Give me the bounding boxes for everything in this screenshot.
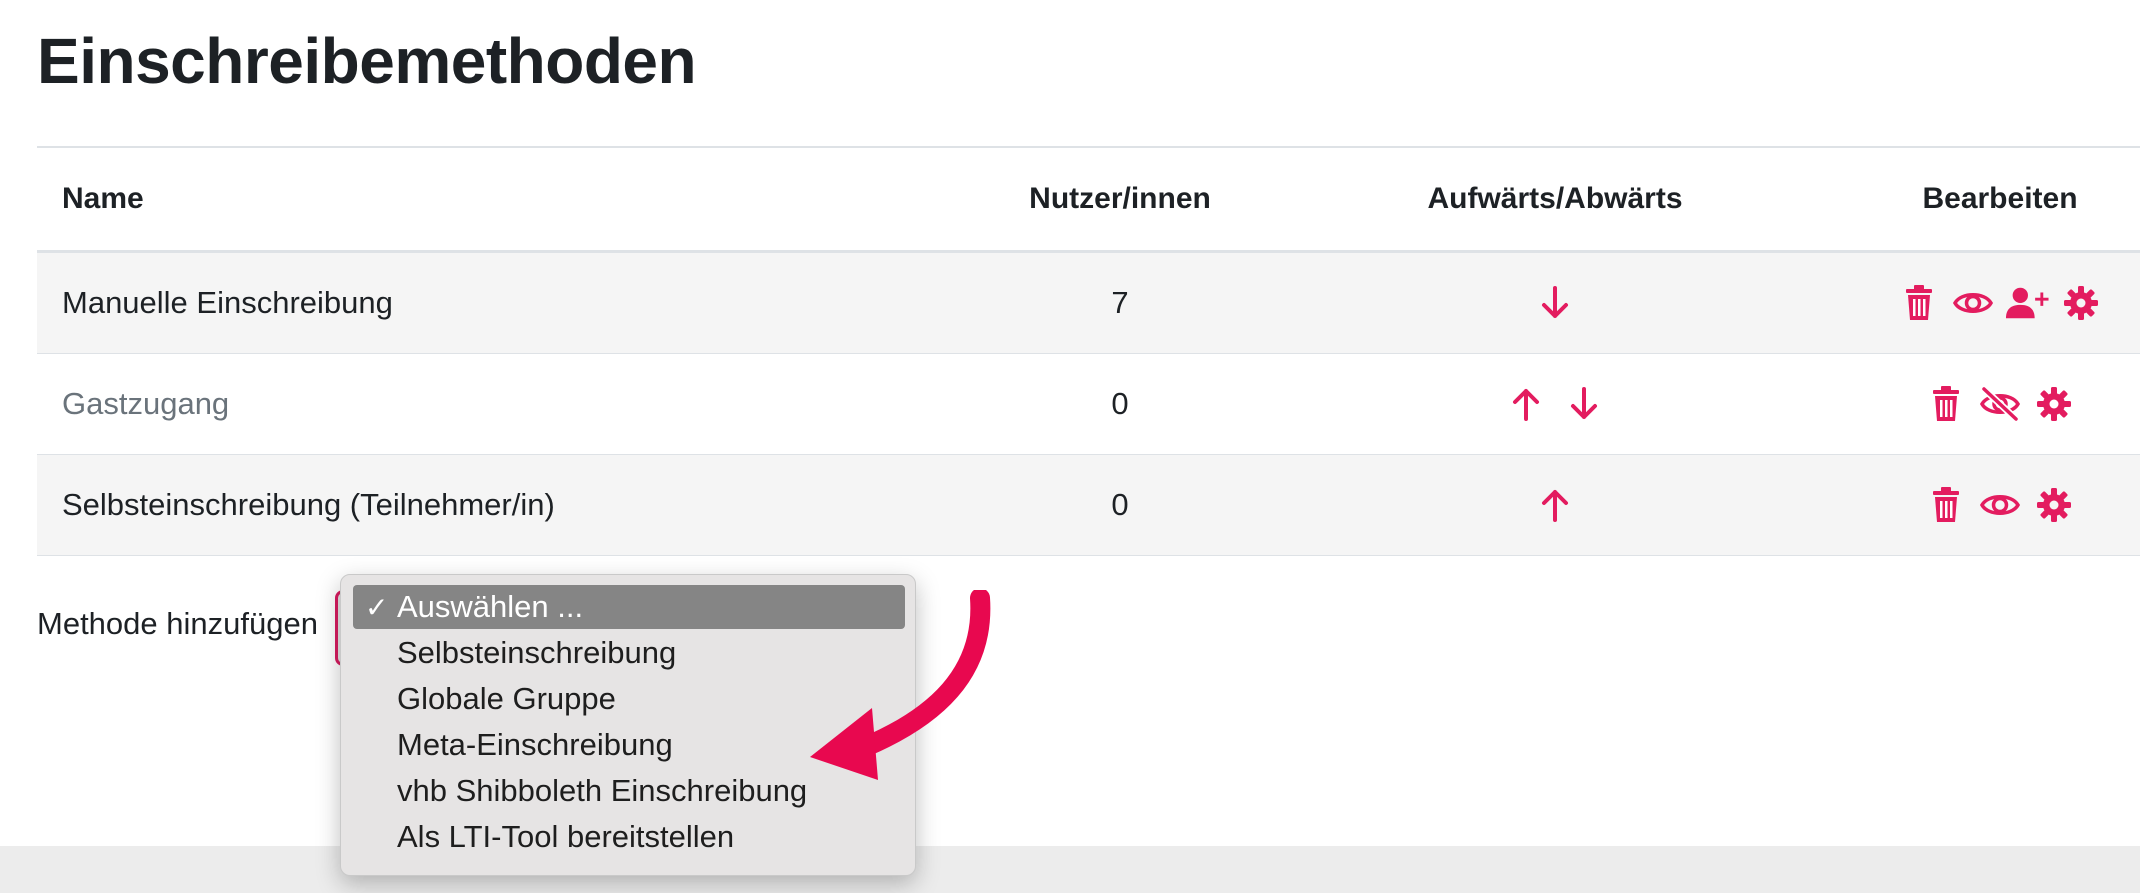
gear-icon[interactable] [2059,281,2103,325]
header-move: Aufwärts/Abwärts [1427,182,1683,215]
enrolment-methods-table: Name Nutzer/innen Aufwärts/Abwärts Bearb… [37,146,2140,556]
table-header-row: Name Nutzer/innen Aufwärts/Abwärts Bearb… [37,148,2140,253]
eye-icon[interactable] [1951,281,1995,325]
table-row: Gastzugang 0 [37,354,2140,455]
header-edit: Bearbeiten [1922,182,2078,215]
check-icon: ✓ [365,591,389,623]
page-title: Einschreibemethoden [37,25,697,97]
method-name: Selbsteinschreibung (Teilnehmer/in) [62,487,555,522]
eye-icon[interactable] [1978,483,2022,527]
table-row: Selbsteinschreibung (Teilnehmer/in) 0 [37,455,2140,556]
gear-icon[interactable] [2032,483,2076,527]
user-count: 0 [1111,487,1129,522]
user-count: 0 [1111,386,1129,421]
edit-actions [1817,455,2140,555]
up-arrow-icon[interactable] [1504,382,1548,426]
method-name: Manuelle Einschreibung [62,285,393,320]
trash-icon[interactable] [1924,483,1968,527]
option-lti-tool[interactable]: Als LTI-Tool bereitstellen [353,815,905,859]
trash-icon[interactable] [1897,281,1941,325]
down-arrow-icon[interactable] [1533,281,1577,325]
edit-actions [1817,354,2140,454]
down-arrow-icon[interactable] [1562,382,1606,426]
move-actions [1327,253,1783,353]
move-actions [1327,455,1783,555]
gear-icon[interactable] [2032,382,2076,426]
annotation-arrow-icon [810,590,991,780]
add-user-icon[interactable] [2005,281,2049,325]
table-row: Manuelle Einschreibung 7 [37,253,2140,354]
eye-slash-icon[interactable] [1978,382,2022,426]
trash-icon[interactable] [1924,382,1968,426]
add-method-label: Methode hinzufügen [37,606,318,641]
header-users: Nutzer/innen [1029,182,1211,215]
move-actions [1327,354,1783,454]
edit-actions [1817,253,2140,353]
header-name: Name [62,182,144,215]
option-label: Auswählen ... [397,589,584,624]
footer-band [0,846,2140,893]
user-count: 7 [1111,285,1129,320]
method-name: Gastzugang [62,386,230,421]
up-arrow-icon[interactable] [1533,483,1577,527]
